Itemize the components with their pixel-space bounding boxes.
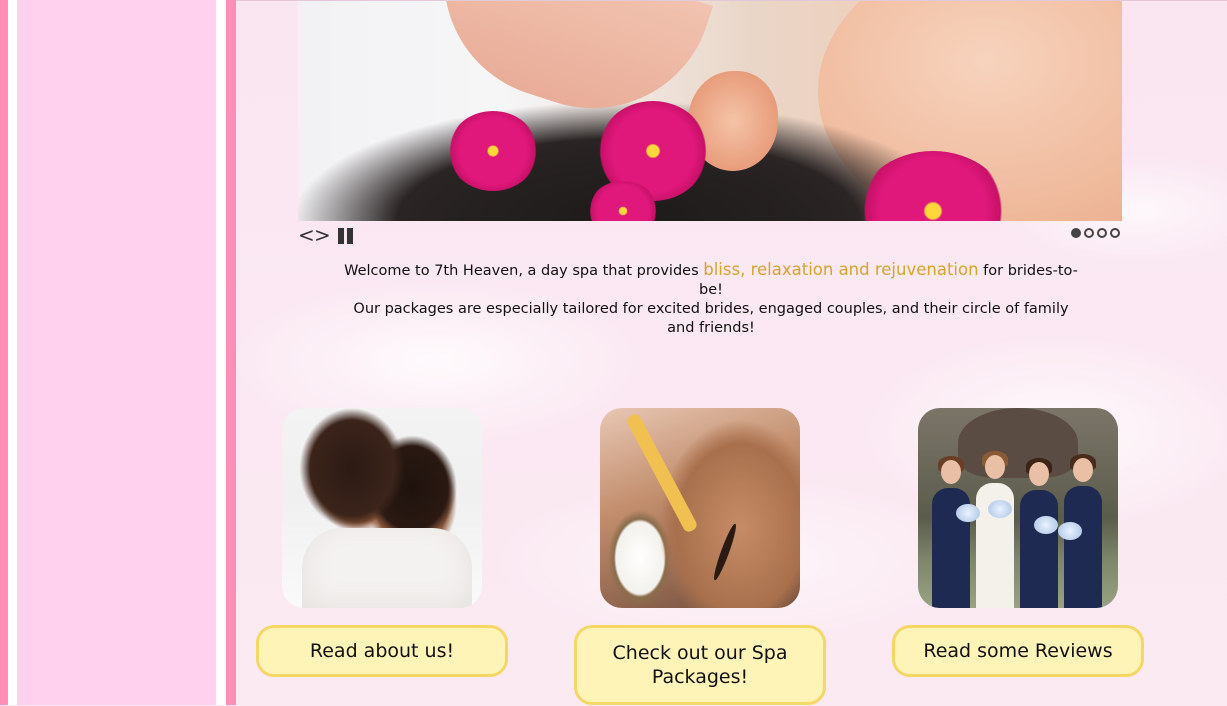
bridal-tree [958, 408, 1078, 478]
couple-photo[interactable] [282, 408, 482, 608]
bridesmaid [1064, 454, 1102, 608]
slide-dot-3[interactable] [1097, 228, 1107, 238]
couple-shirt [302, 528, 472, 608]
bridesmaid [1020, 458, 1058, 608]
read-about-us-button[interactable]: Read about us! [256, 625, 508, 677]
left-edge-stripe [0, 0, 8, 705]
left-white-stripe [8, 0, 17, 705]
sidebar-pink-divider [226, 0, 236, 705]
read-reviews-button[interactable]: Read some Reviews [892, 625, 1144, 677]
spa-treatment-photo[interactable] [600, 408, 800, 608]
bouquet [988, 500, 1012, 518]
hero-flower [448, 111, 538, 191]
bouquet [1058, 522, 1082, 540]
slide-indicator-dots [1071, 228, 1120, 238]
welcome-line-1: Welcome to 7th Heaven, a day spa that pr… [341, 260, 1081, 300]
main-content: < > Welcome to 7th Heaven, a day spa tha… [236, 0, 1227, 706]
slideshow-controls: < > [298, 225, 1122, 247]
bouquet [1034, 516, 1058, 534]
sidebar [17, 0, 216, 705]
spa-packages-button[interactable]: Check out our Spa Packages! [574, 625, 826, 705]
slide-dot-1[interactable] [1071, 228, 1081, 238]
spa-brush [625, 412, 699, 534]
pause-icon[interactable] [338, 228, 354, 244]
sidebar-white-divider [216, 0, 226, 705]
slide-dot-4[interactable] [1110, 228, 1120, 238]
hero-slideshow-image [298, 1, 1122, 221]
welcome-text-before: Welcome to 7th Heaven, a day spa that pr… [344, 263, 704, 279]
spa-eye [710, 522, 740, 582]
welcome-line-2: Our packages are especially tailored for… [353, 301, 1069, 336]
slide-dot-2[interactable] [1084, 228, 1094, 238]
chevron-left-icon[interactable]: < [298, 225, 315, 245]
chevron-right-icon[interactable]: > [314, 225, 331, 245]
welcome-highlight: bliss, relaxation and rejuvenation [703, 260, 979, 279]
bridal-party-photo[interactable] [918, 408, 1118, 608]
bouquet [956, 504, 980, 522]
welcome-text: Welcome to 7th Heaven, a day spa that pr… [341, 260, 1081, 338]
